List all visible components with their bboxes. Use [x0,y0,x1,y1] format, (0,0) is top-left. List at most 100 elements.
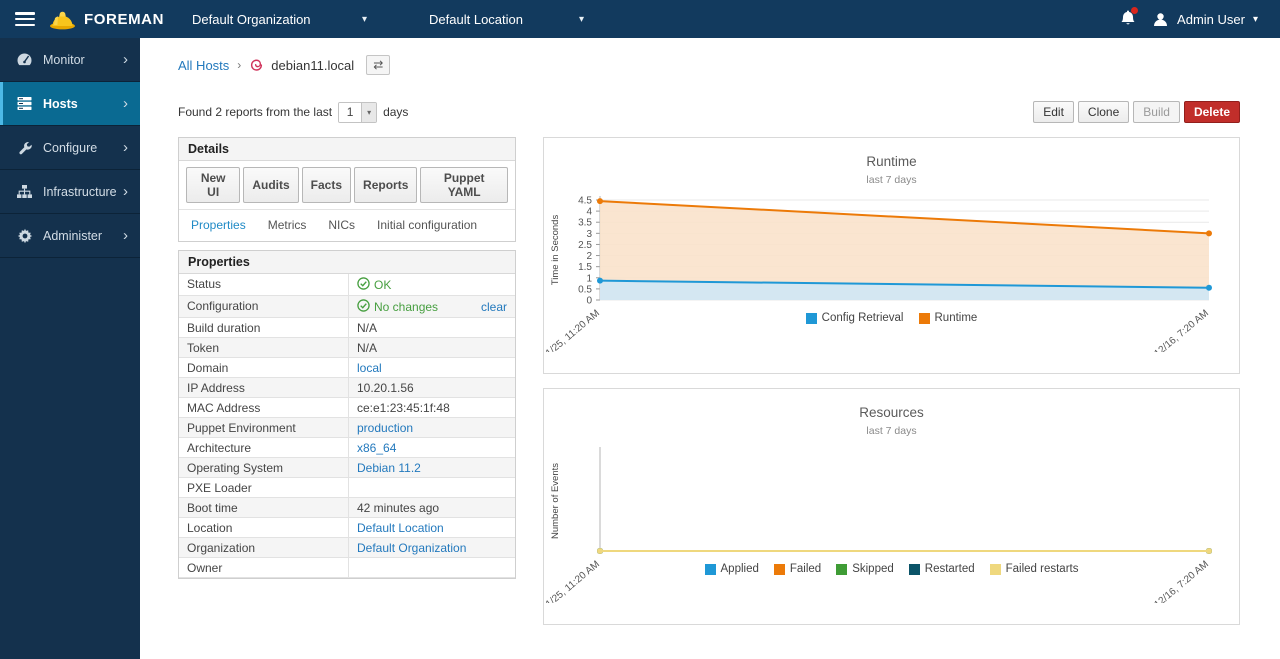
property-value: local [349,358,515,377]
delete-button[interactable]: Delete [1184,101,1240,123]
tab-metrics[interactable]: Metrics [268,218,307,232]
legend-swatch [806,313,817,324]
hardhat-logo-icon [49,8,76,30]
svg-text:3.5: 3.5 [578,218,592,229]
property-row-boot-time: Boot time42 minutes ago [179,498,515,518]
chevron-down-icon: ▾ [362,14,367,25]
reports-button[interactable]: Reports [354,167,417,203]
chevron-right-icon: › [123,95,128,112]
svg-text:Time in Seconds: Time in Seconds [550,215,561,286]
property-label: Boot time [179,498,349,517]
hamburger-menu-icon[interactable] [15,12,35,26]
notification-badge [1131,7,1138,14]
property-label: Puppet Environment [179,418,349,437]
chevron-right-icon: › [123,51,128,68]
details-panel-title: Details [179,138,515,161]
brand[interactable]: FOREMAN [49,8,164,30]
legend-item-skipped[interactable]: Skipped [836,563,894,575]
legend-item-runtime[interactable]: Runtime [919,312,978,324]
legend-label: Applied [721,563,759,575]
property-value-link[interactable]: Debian 11.2 [357,461,421,475]
svg-text:1: 1 [586,274,592,285]
runtime-chart-title: Runtime [544,154,1239,169]
runtime-chart-subtitle: last 7 days [544,174,1239,186]
property-value: production [349,418,515,437]
property-label: Token [179,338,349,357]
legend-item-applied[interactable]: Applied [705,563,759,575]
property-row-status: StatusOK [179,274,515,296]
property-label: Owner [179,558,349,577]
legend-item-failed[interactable]: Failed [774,563,821,575]
clone-button[interactable]: Clone [1078,101,1129,123]
sidebar-item-label: Monitor [43,53,85,67]
tab-nics[interactable]: NICs [328,218,355,232]
new-ui-button[interactable]: New UI [186,167,240,203]
breadcrumb-current-host: debian11.local [249,58,354,73]
breadcrumb-all-hosts-link[interactable]: All Hosts [178,58,229,73]
property-value-link[interactable]: Default Organization [357,541,466,555]
check-circle-icon [357,299,370,315]
legend-label: Failed restarts [1006,563,1079,575]
sidebar-item-label: Configure [43,141,97,155]
svg-text:Number of Events: Number of Events [550,463,561,539]
organization-dropdown[interactable]: Default Organization ▾ [192,12,367,27]
property-value-link[interactable]: production [357,421,413,435]
legend-item-restarted[interactable]: Restarted [909,563,975,575]
legend-label: Failed [790,563,821,575]
legend-item-failed-restarts[interactable]: Failed restarts [990,563,1079,575]
property-value: OK [349,274,515,295]
sidebar-item-label: Administer [43,229,102,243]
property-row-domain: Domainlocal [179,358,515,378]
edit-button[interactable]: Edit [1033,101,1074,123]
sidebar-item-hosts[interactable]: Hosts› [0,82,140,126]
resources-chart: Number of Events11/25, 11:20 AM12/16, 7:… [544,443,1239,603]
property-label: Configuration [179,296,349,317]
tab-properties[interactable]: Properties [191,218,246,232]
audits-button[interactable]: Audits [243,167,298,203]
svg-text:2: 2 [586,251,592,262]
legend-label: Config Retrieval [822,312,904,324]
host-switcher-button[interactable]: ⇄ [366,55,390,75]
days-select[interactable]: 1 ▾ [338,102,377,123]
sidebar-item-configure[interactable]: Configure › [0,126,140,170]
property-row-configuration: ConfigurationNo changesclear [179,296,515,318]
details-panel: Details New UIAuditsFactsReportsPuppet Y… [178,137,516,242]
gear-icon [16,227,33,244]
property-value-link[interactable]: x86_64 [357,441,396,455]
properties-panel: Properties StatusOKConfigurationNo chang… [178,250,516,579]
resources-chart-subtitle: last 7 days [544,425,1239,437]
property-row-ip-address: IP Address10.20.1.56 [179,378,515,398]
legend-item-config-retrieval[interactable]: Config Retrieval [806,312,904,324]
svg-text:0.5: 0.5 [578,285,592,296]
sidebar-item-administer[interactable]: Administer › [0,214,140,258]
user-menu[interactable]: Admin User ▾ [1152,11,1258,28]
property-value-link[interactable]: local [357,361,382,375]
property-value: Default Location [349,518,515,537]
facts-button[interactable]: Facts [302,167,351,203]
property-label: Operating System [179,458,349,477]
debian-swirl-icon [249,58,264,73]
legend-swatch [774,564,785,575]
chevron-right-icon: › [123,139,128,156]
chevron-right-icon: › [123,183,128,200]
property-value-link[interactable]: Default Location [357,521,444,535]
runtime-chart-panel: Runtime last 7 days 00.511.522.533.544.5… [543,137,1240,374]
property-label: PXE Loader [179,478,349,497]
property-row-architecture: Architecturex86_64 [179,438,515,458]
notifications-bell-icon[interactable] [1120,9,1136,29]
clear-link[interactable]: clear [481,300,507,314]
property-label: IP Address [179,378,349,397]
sidebar-item-infrastructure[interactable]: Infrastructure› [0,170,140,214]
chevron-right-icon: › [123,227,128,244]
host-name: debian11.local [271,58,354,73]
tab-initial-configuration[interactable]: Initial configuration [377,218,477,232]
property-value: N/A [349,338,515,357]
legend-swatch [990,564,1001,575]
puppet-yaml-button[interactable]: Puppet YAML [420,167,508,203]
breadcrumb-separator: › [237,58,241,72]
location-dropdown[interactable]: Default Location ▾ [429,12,584,27]
property-value: ce:e1:23:45:1f:48 [349,398,515,417]
organization-dropdown-label: Default Organization [192,12,311,27]
property-value: N/A [349,318,515,337]
sidebar-item-monitor[interactable]: Monitor › [0,38,140,82]
